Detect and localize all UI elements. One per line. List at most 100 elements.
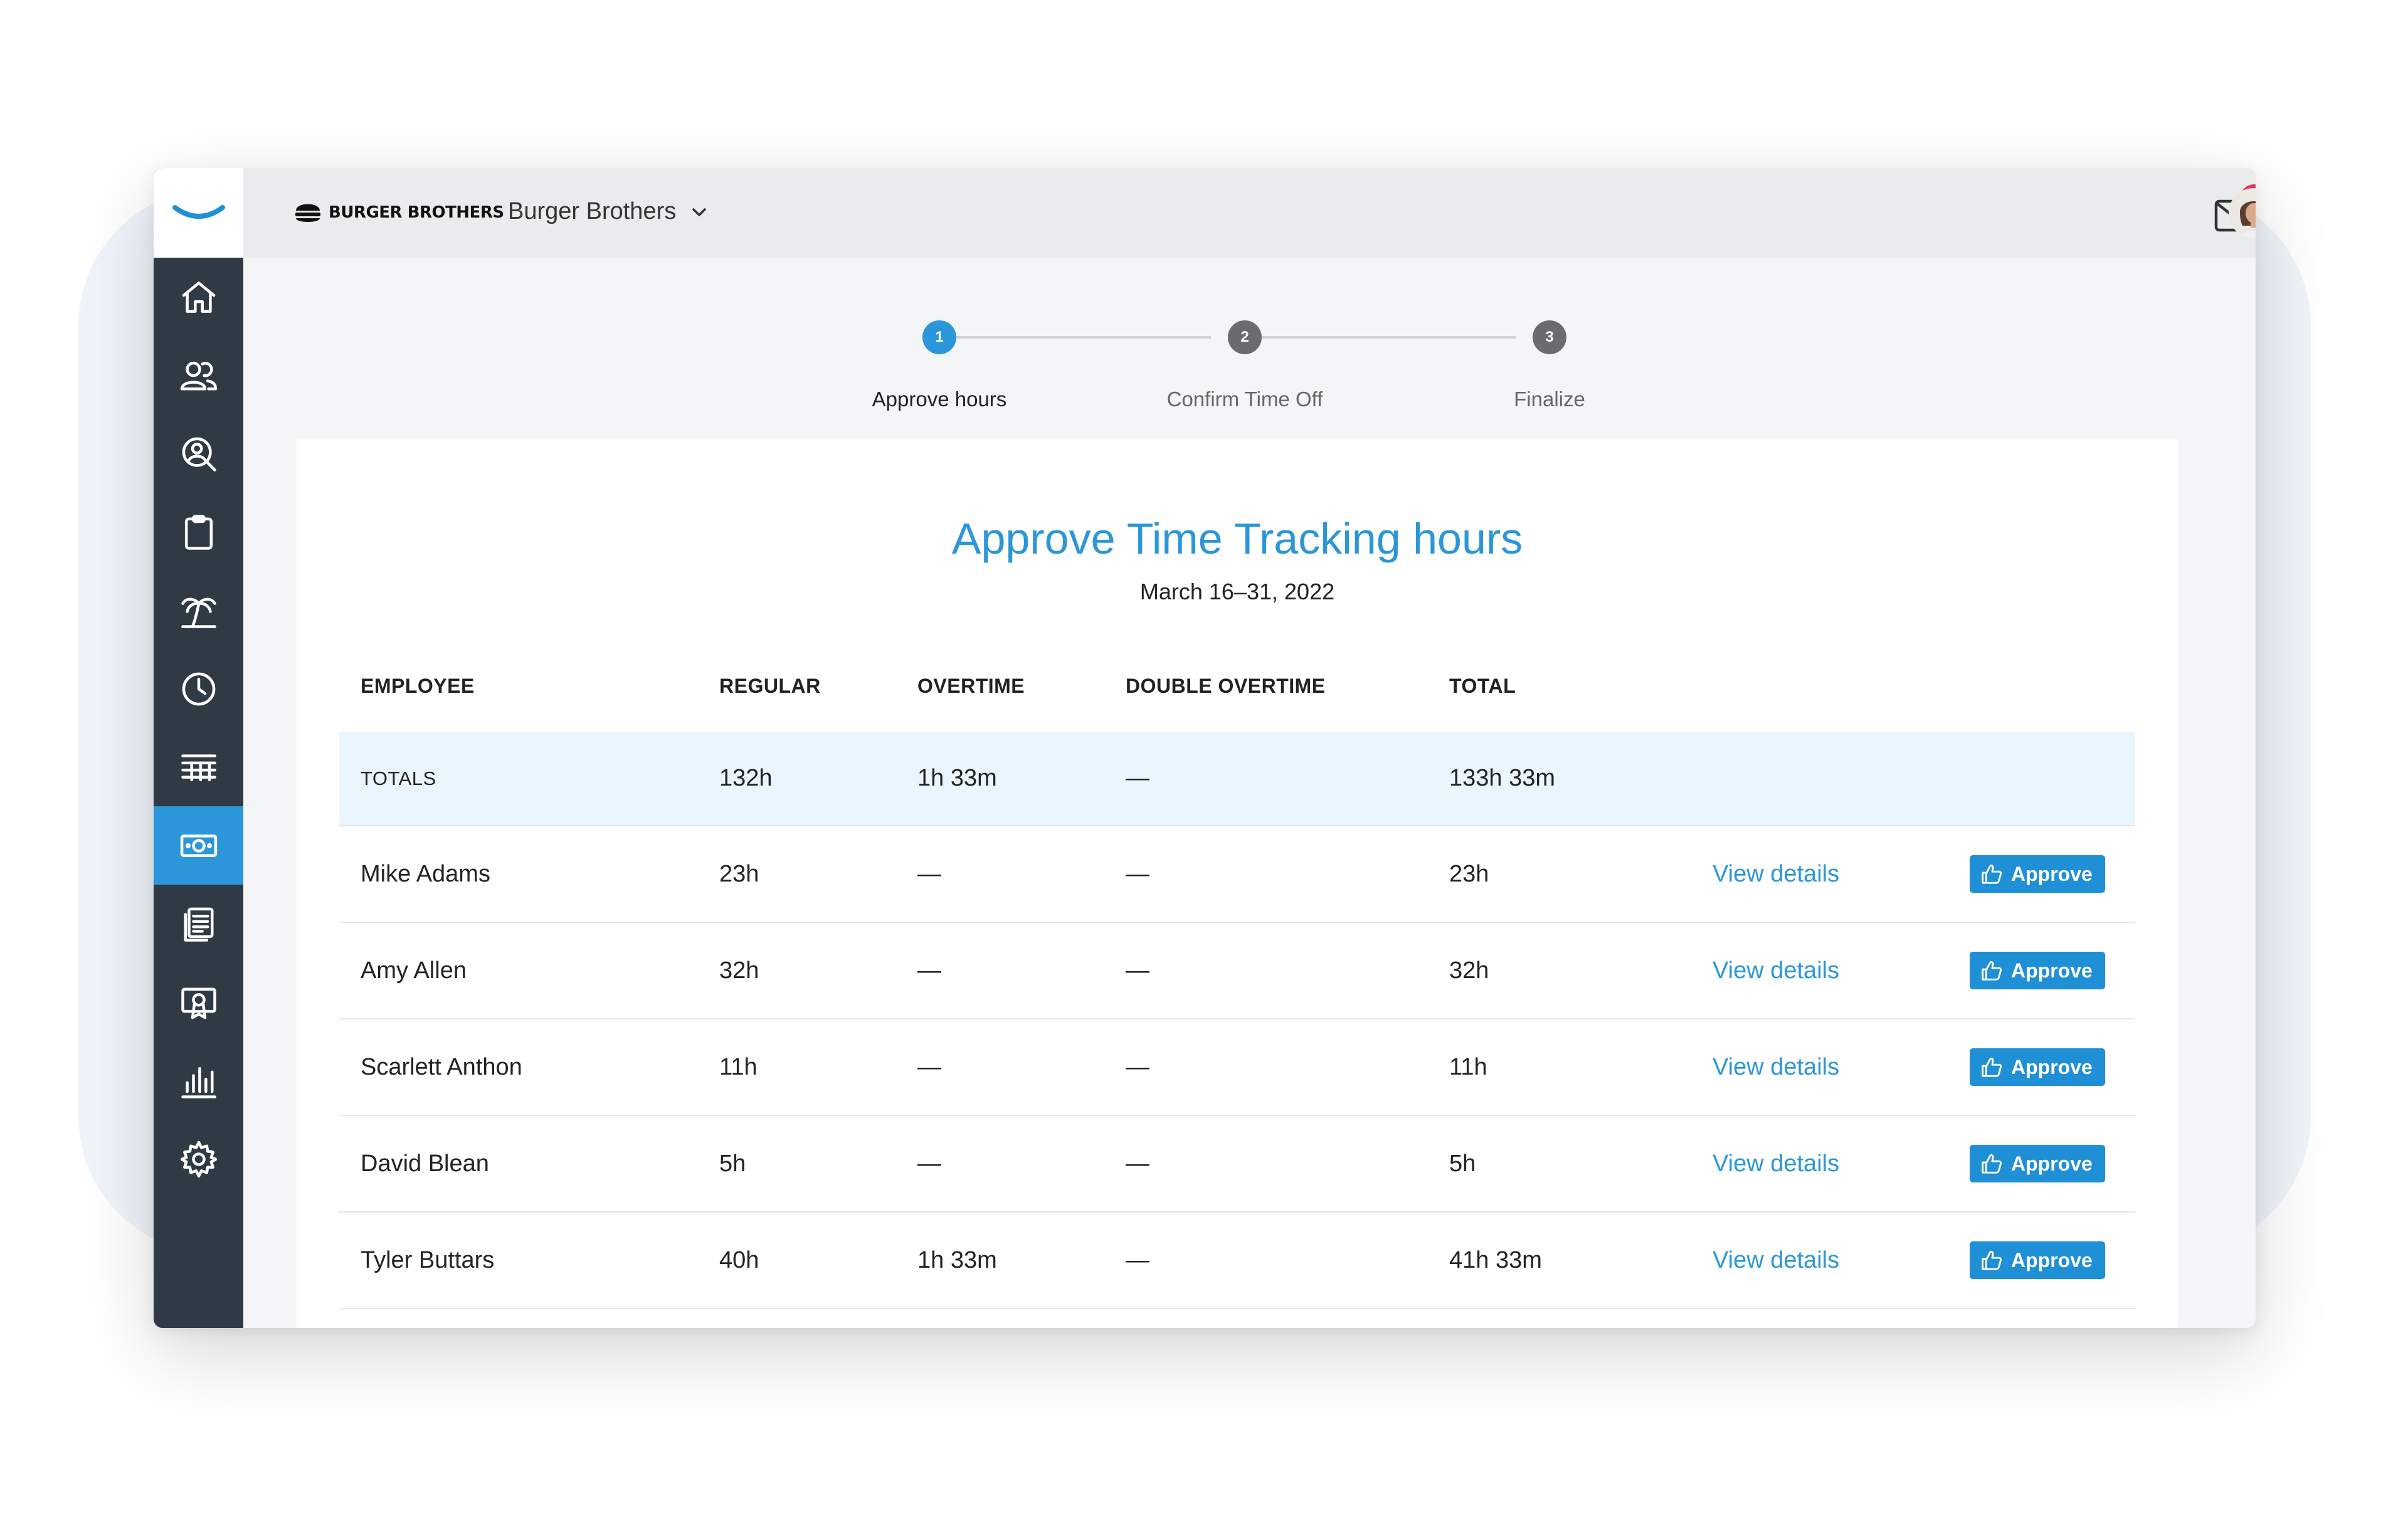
approve-button-label: Approve [2011,959,2093,982]
certificate-icon [181,987,216,1019]
sidebar-item-reports[interactable] [154,1041,243,1120]
sidebar-item-training[interactable] [154,963,243,1041]
column-header-overtime: OVERTIME [917,674,1025,697]
approve-button-label: Approve [2011,1055,2093,1078]
bar-chart-icon [181,1066,216,1098]
totals-empty-cell [1948,732,2135,826]
overtime-hours: — [896,826,1104,923]
documents-icon [183,907,214,942]
totals-regular: 132h [698,732,896,826]
view-details-link[interactable]: View details [1713,1247,1839,1273]
brand-logo-text: BURGER BROTHERS [329,203,504,222]
thumbs-up-icon [1982,1251,2002,1270]
brand-logo: BURGER BROTHERS [293,198,504,227]
app-logo[interactable] [154,168,243,258]
overtime-hours: — [896,922,1104,1019]
overtime-hours: — [896,1115,1104,1213]
table-icon [181,754,216,781]
page-title: Approve Time Tracking hours [951,514,1523,563]
approve-button[interactable]: Approve [1970,1145,2105,1182]
step-3-label[interactable]: Finalize [1424,387,1675,411]
regular-hours: 23h [698,826,896,923]
table-row: Scarlett Anthon 11h — — 11h View details… [339,1019,2135,1116]
total-hours: 5h [1428,1115,1691,1213]
table-row: Tyler Buttars 40h 1h 33m — 41h 33m View … [339,1212,2135,1309]
sidebar-nav [154,258,243,1198]
sidebar-item-people[interactable] [154,336,243,414]
top-bar: BURGER BROTHERS Burger Brothers 6 [243,168,2256,258]
totals-empty-cell [1691,732,1948,826]
view-details-link[interactable]: View details [1713,861,1839,887]
app-window: BURGER BROTHERS Burger Brothers 6 [154,168,2256,1328]
sidebar-item-documents[interactable] [154,885,243,963]
overtime-hours: 1h 33m [896,1212,1104,1309]
double-overtime-hours: — [1104,922,1428,1019]
sidebar-item-home[interactable] [154,258,243,336]
smile-logo-icon [172,204,225,219]
total-hours: 41h 33m [1428,1212,1691,1309]
table-header-row: EMPLOYEE REGULAR OVERTIME DOUBLE OVERTIM… [339,640,2135,732]
step-3-indicator[interactable]: 3 [1533,320,1566,354]
sidebar-item-time-off[interactable] [154,571,243,650]
total-hours: 11h [1428,1019,1691,1116]
regular-hours: 32h [698,922,896,1019]
approve-button-label: Approve [2011,862,2093,885]
step-2-indicator[interactable]: 2 [1228,320,1262,354]
totals-label: TOTALS [339,732,698,826]
sidebar [154,168,243,1328]
totals-double-overtime: — [1104,732,1428,826]
clock-icon [182,672,215,705]
step-2-label[interactable]: Confirm Time Off [1119,387,1370,411]
double-overtime-hours: — [1104,1212,1428,1309]
table-row: Mike Adams 23h — — 23h View details Appr… [339,826,2135,923]
thumbs-up-icon [1982,1154,2002,1174]
step-1-indicator[interactable]: 1 [922,320,956,354]
sidebar-item-schedule[interactable] [154,728,243,806]
double-overtime-hours: — [1104,1115,1428,1213]
column-header-regular: REGULAR [719,674,821,697]
regular-hours: 11h [698,1019,896,1116]
table-row: David Blean 5h — — 5h View details Appro… [339,1115,2135,1213]
sidebar-item-settings[interactable] [154,1120,243,1198]
gear-icon [180,1140,217,1177]
overtime-hours: — [896,1019,1104,1116]
totals-total: 133h 33m [1428,732,1691,826]
approve-button[interactable]: Approve [1970,855,2105,893]
burger-logo-icon [295,204,320,222]
approve-button[interactable]: Approve [1970,1241,2105,1279]
double-overtime-hours: — [1104,826,1428,923]
approve-button-label: Approve [2011,1248,2093,1271]
sidebar-item-time-tracking[interactable] [154,650,243,728]
totals-row: TOTALS 132h 1h 33m — 133h 33m [339,732,2135,826]
pay-period: March 16–31, 2022 [1139,579,1335,604]
employee-name: Tyler Buttars [339,1212,698,1309]
sidebar-item-search-people[interactable] [154,414,243,493]
sidebar-item-tasks[interactable] [154,493,243,571]
column-header-employee: EMPLOYEE [361,674,475,697]
regular-hours: 5h [698,1115,896,1213]
totals-overtime: 1h 33m [896,732,1104,826]
approve-button[interactable]: Approve [1970,1048,2105,1086]
employee-name: Scarlett Anthon [339,1019,698,1116]
search-person-icon [182,437,216,471]
company-selector[interactable]: Burger Brothers [508,198,709,225]
view-details-link[interactable]: View details [1713,957,1839,984]
step-1-label[interactable]: Approve hours [814,387,1065,411]
approve-button-label: Approve [2011,1152,2093,1175]
approve-button[interactable]: Approve [1970,952,2105,989]
home-icon [182,281,215,313]
company-name: Burger Brothers [508,198,677,224]
view-details-link[interactable]: View details [1713,1054,1839,1080]
view-details-link[interactable]: View details [1713,1150,1839,1177]
sidebar-item-payroll[interactable] [154,806,243,885]
total-hours: 32h [1428,922,1691,1019]
employee-name: Amy Allen [339,922,698,1019]
clipboard-icon [184,514,213,550]
double-overtime-hours: — [1104,1019,1428,1116]
column-header-total: TOTAL [1449,674,1516,697]
approval-card: Approve Time Tracking hours March 16–31,… [297,440,2178,1328]
table-row: Amy Allen 32h — — 32h View details Appro… [339,922,2135,1019]
column-header-double-overtime: DOUBLE OVERTIME [1126,674,1326,697]
palm-tree-icon [181,597,216,628]
thumbs-up-icon [1982,865,2002,884]
